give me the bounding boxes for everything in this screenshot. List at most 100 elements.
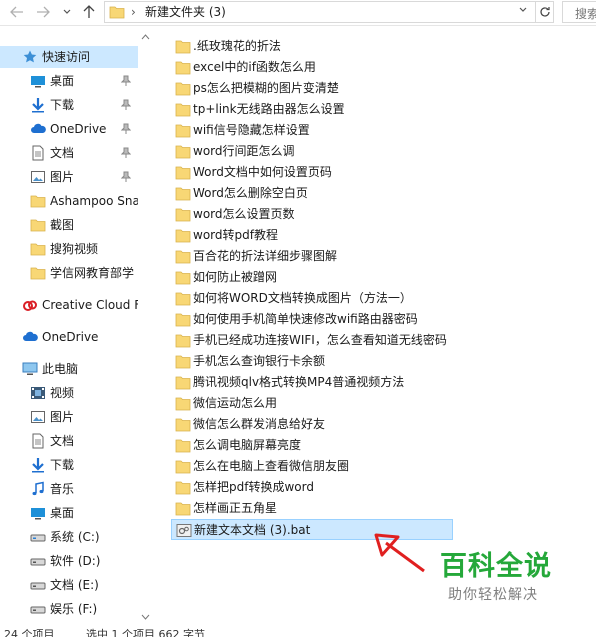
list-item[interactable]: 怎么调电脑屏幕亮度 bbox=[171, 435, 455, 456]
folder-icon bbox=[175, 271, 191, 285]
list-item[interactable]: 手机已经成功连接WIFI，怎么查看知道无线密码 bbox=[171, 330, 455, 351]
list-item[interactable]: word行间距怎么调 bbox=[171, 141, 455, 162]
nav-item-music[interactable]: 音乐 bbox=[0, 478, 138, 500]
list-item[interactable]: 百合花的折法详细步骤图解 bbox=[171, 246, 455, 267]
nav-item-label: 软件 (D:) bbox=[50, 554, 101, 568]
list-item[interactable]: tp+link无线路由器怎么设置 bbox=[171, 99, 455, 120]
drive-icon bbox=[30, 606, 46, 614]
search-box[interactable]: 搜索 bbox=[562, 1, 596, 23]
nav-item-onedrive-quick[interactable]: OneDrive bbox=[0, 118, 138, 140]
list-item[interactable]: 如何使用手机简单快速修改wifi路由器密码 bbox=[171, 309, 455, 330]
nav-item-drive-c[interactable]: 系统 (C:) bbox=[0, 526, 138, 548]
drive-icon bbox=[30, 582, 46, 590]
folder-icon bbox=[175, 82, 191, 96]
list-item[interactable]: 如何防止被蹭网 bbox=[171, 267, 455, 288]
nav-item-drive-e[interactable]: 文档 (E:) bbox=[0, 574, 138, 596]
list-item[interactable]: .纸玫瑰花的折法 bbox=[171, 36, 455, 57]
folder-icon bbox=[175, 187, 191, 201]
folder-icon bbox=[175, 439, 191, 453]
nav-item-pc-pictures[interactable]: 图片 bbox=[0, 406, 138, 428]
list-item[interactable]: 手机怎么查询银行卡余额 bbox=[171, 351, 455, 372]
folder-icon bbox=[175, 166, 191, 180]
nav-item-label: 下载 bbox=[50, 98, 75, 112]
folder-icon bbox=[175, 124, 191, 138]
folder-icon bbox=[175, 355, 191, 369]
nav-item-drive-f[interactable]: 娱乐 (F:) bbox=[0, 598, 138, 620]
file-name: 腾讯视频qlv格式转换MP4普通视频方法 bbox=[193, 375, 405, 389]
documents-icon bbox=[32, 145, 44, 161]
folder-icon bbox=[175, 61, 191, 75]
up-button[interactable] bbox=[80, 3, 98, 21]
file-name: 手机已经成功连接WIFI，怎么查看知道无线密码 bbox=[193, 333, 447, 347]
nav-item-label: 文档 bbox=[50, 146, 75, 160]
nav-item-drive-d[interactable]: 软件 (D:) bbox=[0, 550, 138, 572]
scroll-up-icon bbox=[141, 34, 150, 40]
list-item[interactable]: 微信怎么群发消息给好友 bbox=[171, 414, 455, 435]
list-item[interactable]: excel中的if函数怎么用 bbox=[171, 57, 455, 78]
list-item[interactable]: wifi信号隐藏怎样设置 bbox=[171, 120, 455, 141]
nav-item-pictures[interactable]: 图片 bbox=[0, 166, 138, 188]
status-selection: 选中 1 个项目 662 字节 bbox=[86, 628, 205, 637]
folder-icon bbox=[175, 229, 191, 243]
file-name: word行间距怎么调 bbox=[193, 144, 295, 158]
star-icon bbox=[23, 50, 37, 63]
nav-item-pc-downloads[interactable]: 下载 bbox=[0, 454, 138, 476]
download-icon bbox=[32, 458, 44, 473]
nav-item-label: 文档 (E:) bbox=[50, 578, 99, 592]
nav-item-label: 文档 bbox=[50, 434, 75, 448]
file-name: 怎样画正五角星 bbox=[193, 501, 278, 515]
drive-icon bbox=[30, 558, 46, 566]
nav-item-label: 桌面 bbox=[50, 74, 75, 88]
list-item[interactable]: word怎么设置页数 bbox=[171, 204, 455, 225]
nav-item-sogou-video[interactable]: 搜狗视频 bbox=[0, 238, 138, 260]
back-button[interactable] bbox=[8, 3, 26, 21]
list-item[interactable]: 怎么在电脑上查看微信朋友圈 bbox=[171, 456, 455, 477]
nav-scrollbar[interactable] bbox=[138, 26, 153, 626]
download-icon bbox=[32, 98, 44, 113]
scroll-down-icon bbox=[141, 614, 150, 620]
list-item[interactable]: Word文档中如何设置页码 bbox=[171, 162, 455, 183]
desktop-icon bbox=[31, 76, 45, 88]
folder-icon bbox=[175, 502, 191, 516]
file-name: 怎么调电脑屏幕亮度 bbox=[193, 438, 302, 452]
list-item[interactable]: ps怎么把模糊的图片变清楚 bbox=[171, 78, 455, 99]
list-item[interactable]: 怎样把pdf转换成word bbox=[171, 477, 455, 498]
refresh-button[interactable] bbox=[536, 1, 554, 23]
folder-icon bbox=[175, 40, 191, 54]
nav-item-label: 图片 bbox=[50, 170, 75, 184]
recent-locations-button[interactable] bbox=[58, 3, 76, 21]
list-item[interactable]: Word怎么删除空白页 bbox=[171, 183, 455, 204]
nav-item-pc-documents[interactable]: 文档 bbox=[0, 430, 138, 452]
nav-item-downloads[interactable]: 下载 bbox=[0, 94, 138, 116]
nav-onedrive[interactable]: OneDrive bbox=[0, 326, 138, 348]
nav-quick-access[interactable]: 快速访问 bbox=[0, 46, 138, 68]
nav-item-pc-desktop[interactable]: 桌面 bbox=[0, 502, 138, 524]
breadcrumb-current-folder[interactable]: 新建文件夹 (3) bbox=[145, 2, 226, 22]
folder-icon bbox=[30, 243, 46, 256]
breadcrumb-separator: › bbox=[131, 5, 136, 19]
creative-cloud-icon bbox=[23, 300, 37, 311]
search-placeholder: 搜索 bbox=[575, 7, 596, 21]
nav-item-desktop[interactable]: 桌面 bbox=[0, 70, 138, 92]
nav-creative-cloud[interactable]: Creative Cloud F bbox=[0, 294, 138, 316]
folder-icon bbox=[175, 208, 191, 222]
nav-item-chsi[interactable]: 学信网教育部学 bbox=[0, 262, 138, 284]
list-item[interactable]: 腾讯视频qlv格式转换MP4普通视频方法 bbox=[171, 372, 455, 393]
nav-item-screenshots[interactable]: 截图 bbox=[0, 214, 138, 236]
pin-icon bbox=[121, 75, 131, 86]
nav-item-ashampoo[interactable]: Ashampoo Sna bbox=[0, 190, 138, 212]
address-bar[interactable]: › 新建文件夹 (3) bbox=[104, 1, 536, 23]
forward-button[interactable] bbox=[34, 3, 52, 21]
list-item[interactable]: 微信运动怎么用 bbox=[171, 393, 455, 414]
file-name: word怎么设置页数 bbox=[193, 207, 295, 221]
nav-item-videos[interactable]: 视频 bbox=[0, 382, 138, 404]
nav-this-pc[interactable]: 此电脑 bbox=[0, 358, 138, 380]
nav-quick-access-label: 快速访问 bbox=[42, 50, 91, 64]
list-item[interactable]: 如何将WORD文档转换成图片（方法一） bbox=[171, 288, 455, 309]
nav-item-documents[interactable]: 文档 bbox=[0, 142, 138, 164]
list-item[interactable]: word转pdf教程 bbox=[171, 225, 455, 246]
folder-icon bbox=[175, 376, 191, 390]
desktop-icon bbox=[31, 508, 45, 520]
list-item[interactable]: 怎样画正五角星 bbox=[171, 498, 455, 519]
file-name: 如何将WORD文档转换成图片（方法一） bbox=[193, 291, 412, 305]
